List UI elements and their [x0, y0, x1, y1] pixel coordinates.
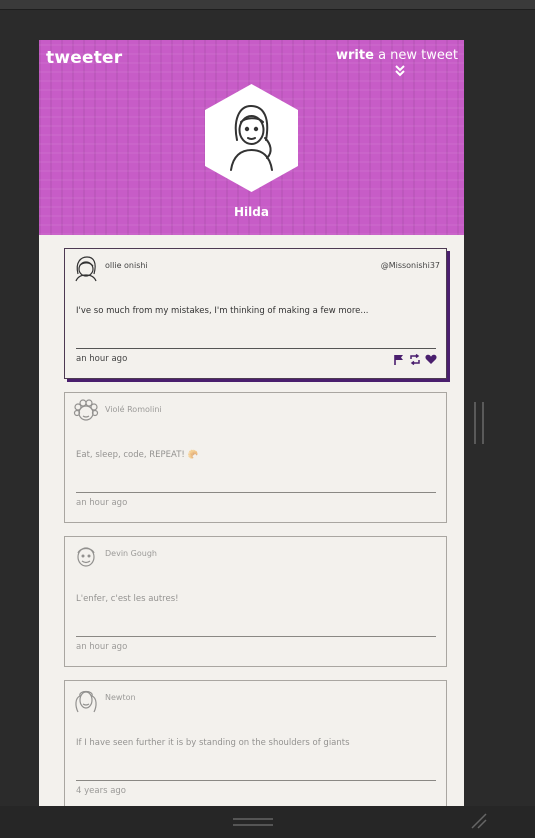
resize-grip-icon[interactable]: [468, 810, 488, 830]
tweet-author-name[interactable]: Newton: [105, 693, 136, 702]
profile-header: tweeter write a new tweet Hilda: [39, 40, 464, 235]
tweet-text: Eat, sleep, code, REPEAT! 🥐: [76, 450, 199, 460]
write-tweet-link[interactable]: write a new tweet: [336, 48, 458, 63]
tweeter-app: tweeter write a new tweet Hilda ollie on…: [39, 40, 464, 806]
tweet-author-name[interactable]: ollie onishi: [105, 261, 148, 270]
man-face-icon: [77, 547, 95, 567]
tweet-divider: [76, 780, 436, 781]
tweet-text: L'enfer, c'est les autres!: [76, 594, 179, 604]
bottom-drag-handle[interactable]: [233, 818, 273, 826]
side-resize-handle[interactable]: [474, 402, 484, 444]
write-link-rest: a new tweet: [373, 48, 458, 63]
wig-face-icon: [75, 690, 97, 713]
tweet-text: If I have seen further it is by standing…: [76, 738, 350, 748]
tweet-actions: [393, 350, 437, 366]
tweet-card[interactable]: Devin Gough L'enfer, c'est les autres! a…: [64, 536, 447, 667]
tweet-divider: [76, 492, 436, 493]
tweet-author-handle[interactable]: @Missonishi37: [381, 261, 440, 270]
profile-avatar: [205, 84, 298, 192]
flag-icon[interactable]: [393, 350, 405, 365]
tweet-author-name[interactable]: Violé Romolini: [105, 405, 162, 414]
tweet-author-name[interactable]: Devin Gough: [105, 549, 157, 558]
window-top-bar: [0, 0, 535, 10]
curly-hair-face-icon: [73, 399, 99, 421]
tweet-card[interactable]: Newton If I have seen further it is by s…: [64, 680, 447, 806]
retweet-icon[interactable]: [409, 350, 421, 366]
double-chevron-down-icon[interactable]: [393, 64, 407, 78]
tweet-text: I've so much from my mistakes, I'm think…: [76, 306, 369, 316]
tweet-card[interactable]: ollie onishi @Missonishi37 I've so much …: [64, 248, 447, 379]
tweet-divider: [76, 348, 436, 349]
heart-icon[interactable]: [425, 350, 437, 364]
tweet-divider: [76, 636, 436, 637]
woman-face-icon: [75, 256, 97, 282]
brand-logo[interactable]: tweeter: [46, 48, 122, 68]
tweet-timestamp: an hour ago: [76, 642, 128, 652]
tweet-timestamp: an hour ago: [76, 498, 128, 508]
tweet-feed: ollie onishi @Missonishi37 I've so much …: [64, 248, 447, 806]
tweet-timestamp: 4 years ago: [76, 786, 127, 796]
profile-username: Hilda: [234, 205, 269, 219]
tweet-card[interactable]: Violé Romolini Eat, sleep, code, REPEAT!…: [64, 392, 447, 523]
write-link-bold: write: [336, 48, 374, 63]
tweet-timestamp: an hour ago: [76, 354, 128, 364]
